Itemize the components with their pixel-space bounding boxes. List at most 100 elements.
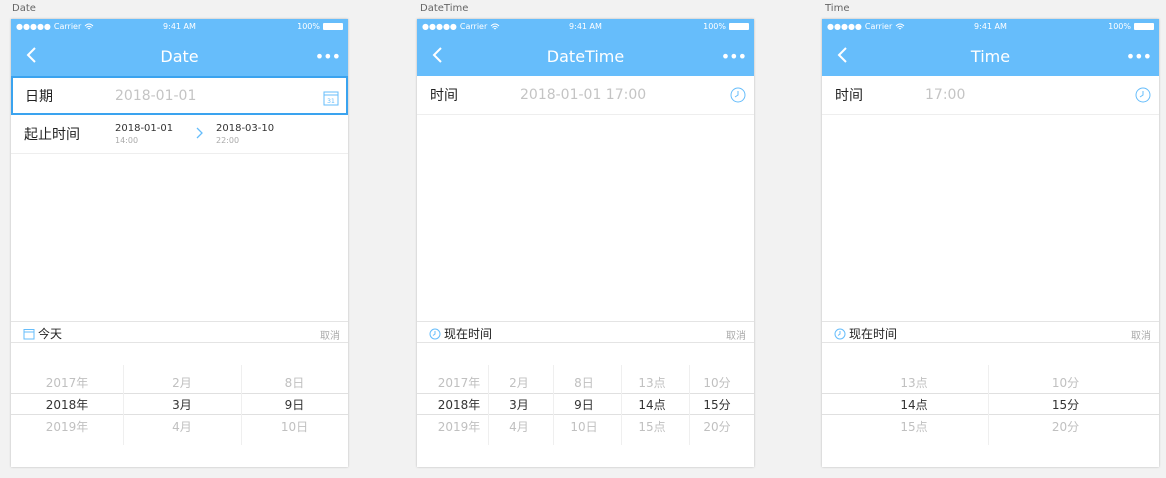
more-icon[interactable]: ••• <box>721 47 747 66</box>
chevron-right-icon <box>196 127 203 139</box>
nav-bar: Date ••• <box>11 35 348 76</box>
status-bar: ●●●●● Carrier 9:41 AM 100% <box>417 19 754 35</box>
picker-option-selected[interactable]: 15分 <box>689 394 745 416</box>
status-bar: ●●●●● Carrier 9:41 AM 100% <box>11 19 348 35</box>
time-field-row[interactable]: 时间 17:00 <box>822 76 1159 115</box>
page-title: Date <box>160 47 199 66</box>
time-picker[interactable]: 13点 14点 15点 10分 15分 20分 <box>822 365 1159 445</box>
picker-option[interactable]: 10日 <box>241 416 348 438</box>
battery-percent: 100% <box>1108 22 1131 31</box>
battery-percent: 100% <box>703 22 726 31</box>
time-field-label: 时间 <box>835 88 863 104</box>
artboard-label-time: Time <box>825 3 850 14</box>
picker-option-selected[interactable]: 14点 <box>822 394 1006 416</box>
picker-option[interactable]: 2017年 <box>11 372 123 394</box>
picker-toolbar: 今天 取消 <box>11 321 348 343</box>
picker-column-year[interactable]: 2017年 2018年 2019年 <box>11 365 123 445</box>
picker-option[interactable]: 13点 <box>621 372 683 394</box>
picker-option[interactable]: 13点 <box>822 372 1006 394</box>
clock-icon[interactable] <box>730 87 746 103</box>
picker-column-minute[interactable]: 10分 15分 20分 <box>988 365 1143 445</box>
phone-time: ●●●●● Carrier 9:41 AM 100% Time ••• 时间 17… <box>822 19 1159 467</box>
picker-option[interactable]: 2月 <box>123 372 241 394</box>
clock-icon <box>429 328 441 339</box>
picker-option-selected[interactable]: 9日 <box>553 394 615 416</box>
picker-toolbar: 现在时间 取消 <box>822 321 1159 343</box>
now-label: 现在时间 <box>444 327 493 341</box>
range-field-label: 起止时间 <box>24 127 80 143</box>
more-icon[interactable]: ••• <box>315 47 341 66</box>
date-field-value[interactable]: 2018-01-01 <box>115 88 196 104</box>
range-field-row[interactable]: 起止时间 2018-01-01 14:00 2018-03-10 22:00 <box>11 115 348 154</box>
date-field-row[interactable]: 日期 2018-01-01 31 <box>11 76 348 115</box>
nav-bar: DateTime ••• <box>417 35 754 76</box>
datetime-field-label: 时间 <box>430 88 458 104</box>
phone-datetime: ●●●●● Carrier 9:41 AM 100% DateTime ••• 时… <box>417 19 754 467</box>
battery-percent: 100% <box>297 22 320 31</box>
date-picker[interactable]: 2017年 2018年 2019年 2月 3月 4月 8日 9日 10日 <box>11 365 348 445</box>
now-button[interactable]: 现在时间 <box>834 325 897 342</box>
picker-option[interactable]: 8日 <box>241 372 348 394</box>
battery-icon <box>729 23 749 30</box>
page-title: DateTime <box>546 47 625 66</box>
artboard-label-datetime: DateTime <box>420 3 469 14</box>
clock-icon <box>834 328 846 339</box>
datetime-picker[interactable]: 2017年 2018年 2019年 2月 3月 4月 8日 9日 10日 13点… <box>417 365 754 445</box>
picker-column-day[interactable]: 8日 9日 10日 <box>241 365 348 445</box>
today-button[interactable]: 今天 <box>23 325 62 342</box>
datetime-field-row[interactable]: 时间 2018-01-01 17:00 <box>417 76 754 115</box>
picker-option[interactable]: 10日 <box>553 416 615 438</box>
picker-column-day[interactable]: 8日 9日 10日 <box>553 365 615 445</box>
battery-icon <box>1134 23 1154 30</box>
picker-option[interactable]: 15点 <box>621 416 683 438</box>
artboard-label-date: Date <box>12 3 36 14</box>
clock-icon[interactable] <box>1135 87 1151 103</box>
picker-option[interactable]: 10分 <box>988 372 1143 394</box>
picker-option-selected[interactable]: 2018年 <box>11 394 123 416</box>
now-label: 现在时间 <box>849 327 898 341</box>
picker-option[interactable]: 15点 <box>822 416 1006 438</box>
picker-option[interactable]: 20分 <box>689 416 745 438</box>
calendar-icon[interactable]: 31 <box>323 90 339 106</box>
calendar-icon <box>23 328 35 339</box>
picker-column-month[interactable]: 2月 3月 4月 <box>123 365 241 445</box>
nav-bar: Time ••• <box>822 35 1159 76</box>
picker-column-month[interactable]: 2月 3月 4月 <box>488 365 550 445</box>
more-icon[interactable]: ••• <box>1126 47 1152 66</box>
picker-option[interactable]: 2019年 <box>11 416 123 438</box>
picker-option[interactable]: 2月 <box>488 372 550 394</box>
status-bar: ●●●●● Carrier 9:41 AM 100% <box>822 19 1159 35</box>
picker-toolbar: 现在时间 取消 <box>417 321 754 343</box>
picker-option-selected[interactable]: 3月 <box>123 394 241 416</box>
picker-option[interactable]: 4月 <box>123 416 241 438</box>
picker-option-selected[interactable]: 15分 <box>988 394 1143 416</box>
time-field-value[interactable]: 17:00 <box>925 87 965 103</box>
cancel-button[interactable]: 取消 <box>1131 327 1151 342</box>
range-end[interactable]: 2018-03-10 22:00 <box>216 123 274 147</box>
cancel-button[interactable]: 取消 <box>726 327 746 342</box>
picker-column-minute[interactable]: 10分 15分 20分 <box>689 365 745 445</box>
range-end-date: 2018-03-10 <box>216 123 275 134</box>
battery-icon <box>323 23 343 30</box>
picker-option-selected[interactable]: 3月 <box>488 394 550 416</box>
picker-column-hour[interactable]: 13点 14点 15点 <box>621 365 683 445</box>
range-start[interactable]: 2018-01-01 14:00 <box>115 123 173 147</box>
phone-date: ●●●●● Carrier 9:41 AM 100% Date ••• 日期 20… <box>11 19 348 467</box>
today-label: 今天 <box>38 327 63 341</box>
svg-text:31: 31 <box>327 98 335 105</box>
range-start-time: 14:00 <box>115 136 139 145</box>
date-field-label: 日期 <box>25 88 53 105</box>
now-button[interactable]: 现在时间 <box>429 325 492 342</box>
range-start-date: 2018-01-01 <box>115 123 174 134</box>
picker-option-selected[interactable]: 9日 <box>241 394 348 416</box>
picker-column-hour[interactable]: 13点 14点 15点 <box>822 365 1006 445</box>
picker-option[interactable]: 4月 <box>488 416 550 438</box>
datetime-field-value[interactable]: 2018-01-01 17:00 <box>520 87 646 103</box>
picker-option[interactable]: 8日 <box>553 372 615 394</box>
picker-option[interactable]: 20分 <box>988 416 1143 438</box>
picker-option[interactable]: 10分 <box>689 372 745 394</box>
picker-option-selected[interactable]: 14点 <box>621 394 683 416</box>
page-title: Time <box>970 47 1011 66</box>
range-end-time: 22:00 <box>216 136 240 145</box>
cancel-button[interactable]: 取消 <box>320 327 340 342</box>
